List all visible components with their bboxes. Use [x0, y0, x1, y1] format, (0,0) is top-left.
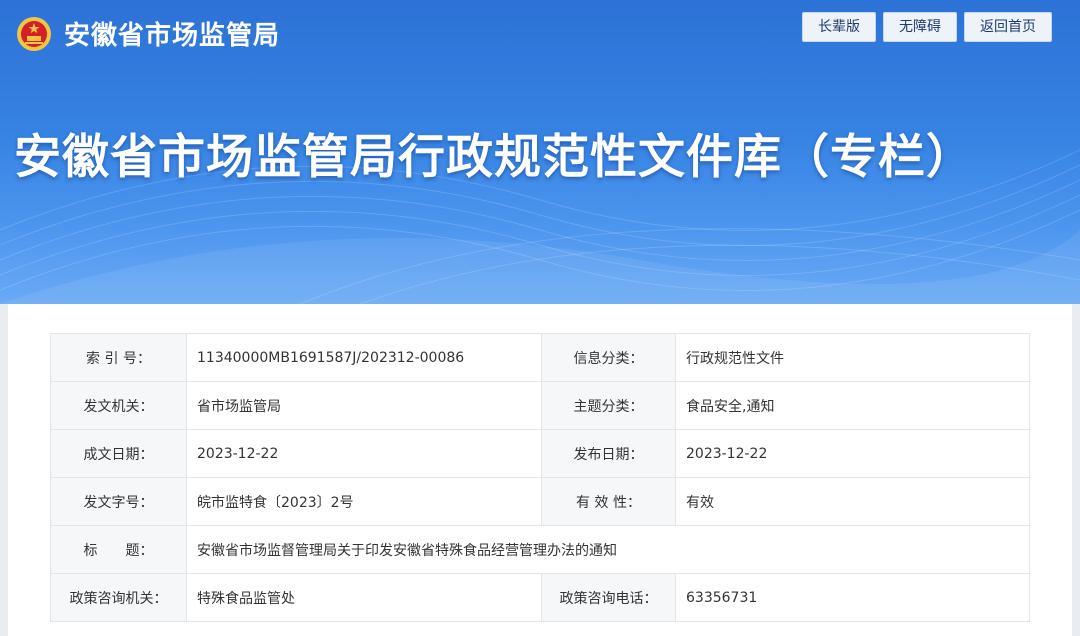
- table-row: 政策咨询机关： 特殊食品监管处 政策咨询电话： 63356731: [50, 573, 1030, 622]
- publish-date-label: 发布日期：: [541, 429, 676, 478]
- index-number-label: 索 引 号：: [50, 333, 187, 382]
- subject-category-value: 食品安全,通知: [675, 381, 1030, 430]
- banner-title: 安徽省市场监管局行政规范性文件库（专栏）: [14, 130, 974, 185]
- table-row: 索 引 号： 11340000MB1691587J/202312-00086 信…: [50, 333, 1030, 382]
- table-row: 发文机关： 省市场监管局 主题分类： 食品安全,通知: [50, 381, 1030, 430]
- written-date-value: 2023-12-22: [186, 429, 542, 478]
- policy-consult-phone-value: 63356731: [675, 573, 1030, 622]
- index-number-value: 11340000MB1691587J/202312-00086: [186, 333, 542, 382]
- title-label: 标 题：: [50, 525, 187, 574]
- table-row: 发文字号： 皖市监特食〔2023〕2号 有 效 性： 有效: [50, 477, 1030, 526]
- home-button[interactable]: 返回首页: [964, 12, 1052, 42]
- written-date-label: 成文日期：: [50, 429, 187, 478]
- policy-consult-authority-label: 政策咨询机关：: [50, 573, 187, 622]
- issuing-authority-label: 发文机关：: [50, 381, 187, 430]
- issuing-authority-value: 省市场监管局: [186, 381, 542, 430]
- table-row: 成文日期： 2023-12-22 发布日期： 2023-12-22: [50, 429, 1030, 478]
- validity-value: 有效: [675, 477, 1030, 526]
- elder-mode-button[interactable]: 长辈版: [802, 12, 876, 42]
- accessibility-button[interactable]: 无障碍: [883, 12, 957, 42]
- table-row: 标 题： 安徽省市场监督管理局关于印发安徽省特殊食品经营管理办法的通知: [50, 525, 1030, 574]
- info-category-value: 行政规范性文件: [675, 333, 1030, 382]
- document-number-label: 发文字号：: [50, 477, 187, 526]
- title-value: 安徽省市场监督管理局关于印发安徽省特殊食品经营管理办法的通知: [186, 525, 1030, 574]
- info-category-label: 信息分类：: [541, 333, 676, 382]
- validity-label: 有 效 性：: [541, 477, 676, 526]
- policy-consult-phone-label: 政策咨询电话：: [541, 573, 676, 622]
- subject-category-label: 主题分类：: [541, 381, 676, 430]
- document-info-table: 索 引 号： 11340000MB1691587J/202312-00086 信…: [50, 333, 1030, 622]
- site-name: 安徽省市场监管局: [64, 21, 281, 51]
- header-banner: 安徽省市场监管局 长辈版 无障碍 返回首页 安徽省市场监管局行政规范性文件库（专…: [0, 0, 1080, 304]
- document-number-value: 皖市监特食〔2023〕2号: [186, 477, 542, 526]
- policy-consult-authority-value: 特殊食品监管处: [186, 573, 542, 622]
- content-panel: 索 引 号： 11340000MB1691587J/202312-00086 信…: [8, 304, 1072, 636]
- publish-date-value: 2023-12-22: [675, 429, 1030, 478]
- national-emblem-icon: [17, 17, 51, 51]
